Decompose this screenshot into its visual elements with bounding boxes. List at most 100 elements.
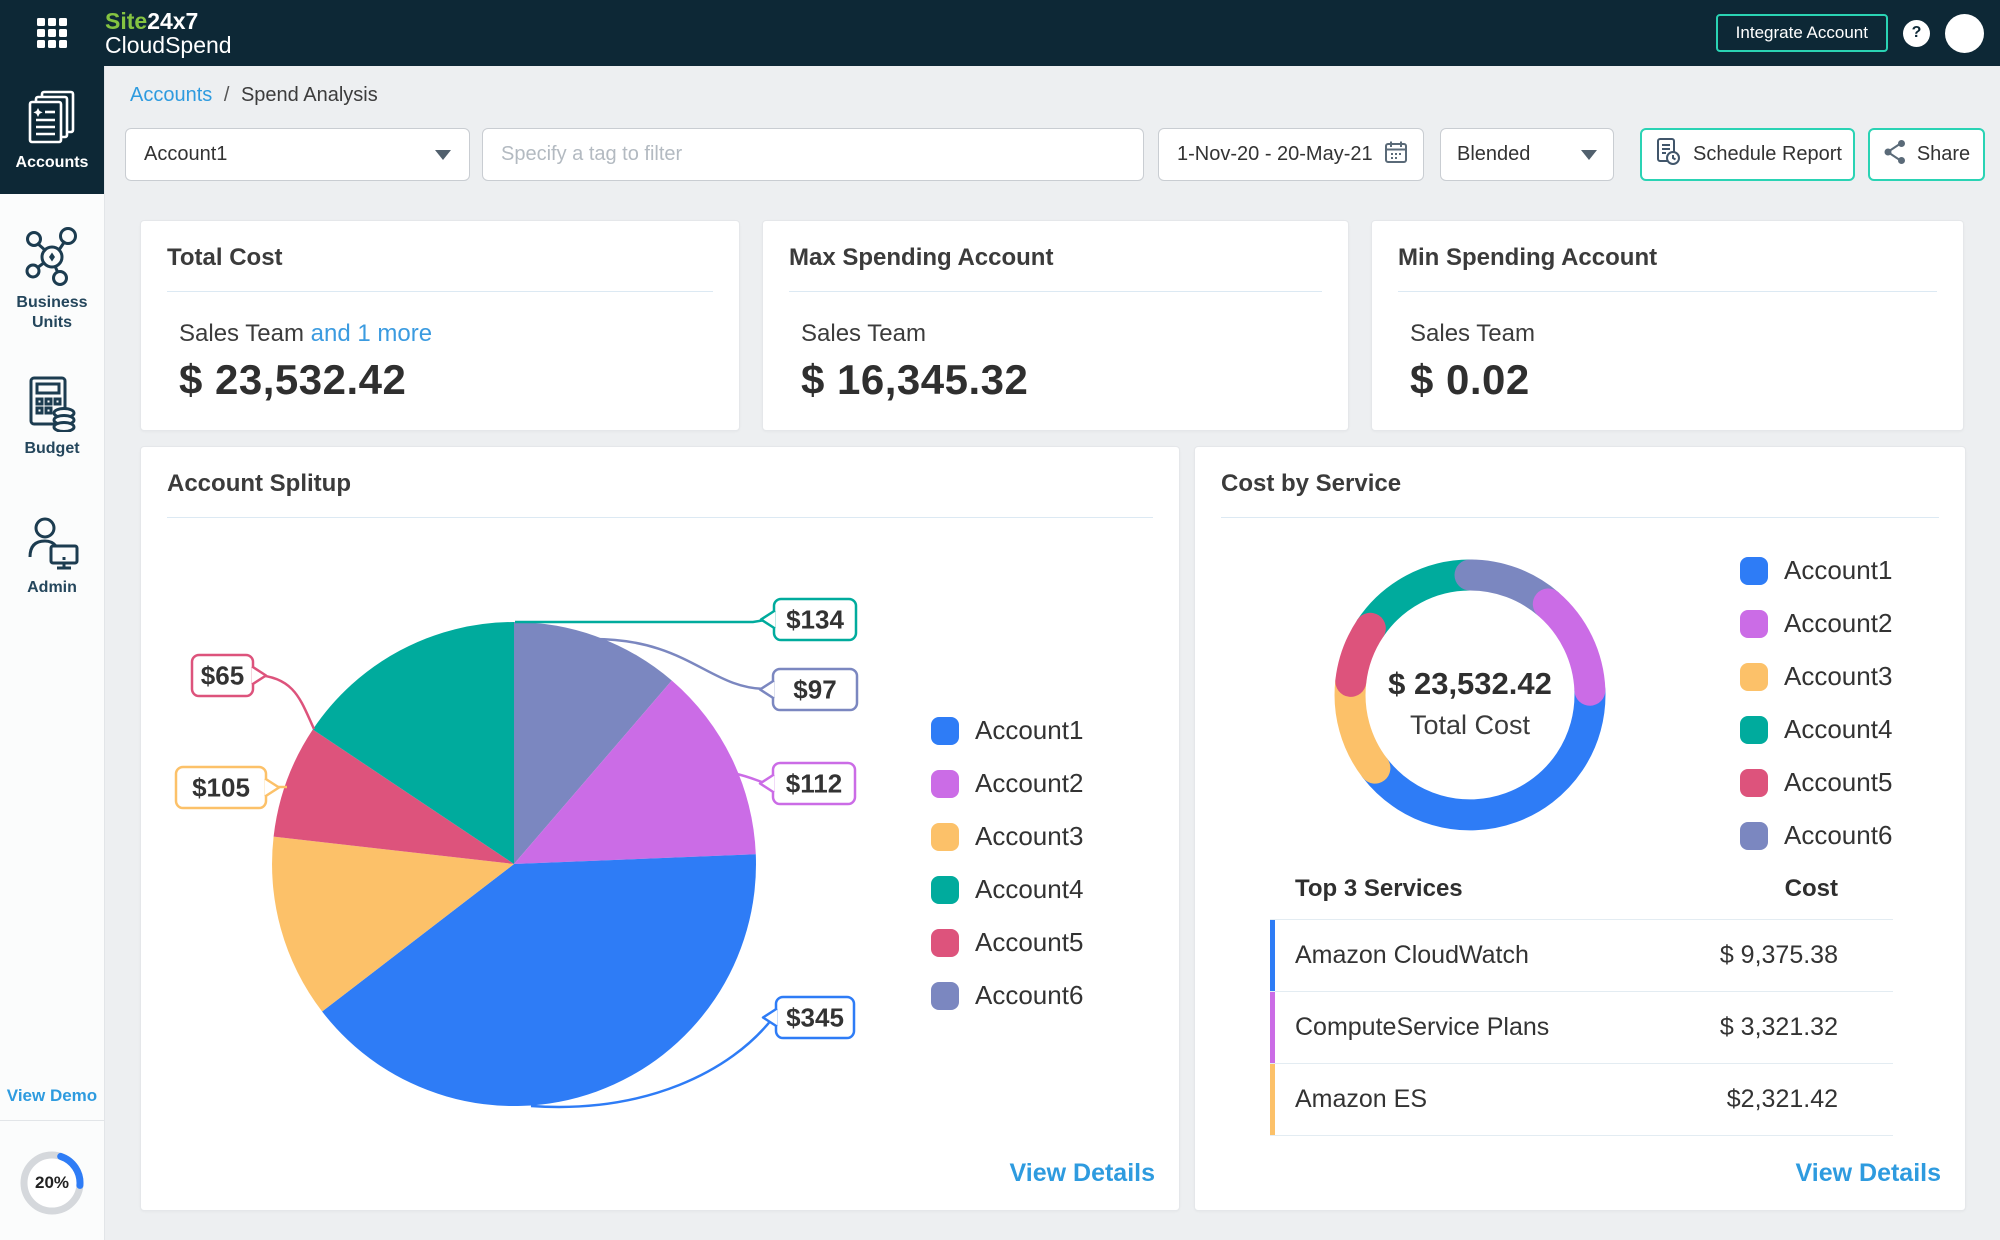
cost-by-service-card: Cost by Service $ 23,532.42 Total Cost A… — [1194, 446, 1966, 1211]
legend-swatch — [1740, 662, 1768, 691]
donut-arc-account4[interactable] — [1354, 559, 1486, 644]
legend-item-account3[interactable]: Account3 — [1740, 661, 1892, 692]
legend-label: Account4 — [975, 874, 1084, 904]
donut-arc-account5[interactable] — [1335, 612, 1386, 697]
pie-callout-line — [515, 617, 772, 624]
sidebar-item-budget[interactable]: Budget — [0, 370, 104, 462]
legend-item-account3[interactable]: Account3 — [931, 821, 1083, 852]
pie-legend: Account1 Account2 Account3 Account4 Account5… — [931, 715, 1083, 1011]
donut-arc-account2[interactable] — [1532, 588, 1606, 706]
sidebar-item-business-units[interactable]: Business Units — [0, 218, 104, 338]
app-grid-icon[interactable] — [37, 18, 67, 48]
stat-account-name: Sales Team — [801, 320, 926, 347]
costsvc-view-details-link[interactable]: View Details — [1796, 1159, 1941, 1188]
stat-account-name: Sales Team — [1410, 320, 1535, 347]
legend-label: Account4 — [1784, 714, 1893, 744]
legend-label: Account2 — [1784, 608, 1893, 638]
schedule-report-icon — [1653, 137, 1683, 173]
tag-filter-input[interactable] — [483, 143, 1143, 166]
service-cost: $ 3,321.32 — [1719, 1013, 1838, 1041]
account-splitup-card: Account Splitup $97 $112 $345 $105 $65 $134 A… — [140, 446, 1180, 1211]
card-title: Total Cost — [167, 244, 283, 271]
legend-label: Account2 — [975, 768, 1084, 798]
stat-more-link[interactable]: and 1 more — [311, 320, 432, 347]
filter-bar: Account1 1-Nov-20 - 20-May-21 — [125, 128, 1985, 181]
view-demo-link[interactable]: View Demo — [0, 1074, 104, 1120]
card-divider — [789, 291, 1322, 292]
business-units-icon — [21, 224, 83, 286]
stat-value: $ 23,532.42 — [179, 356, 407, 403]
avatar[interactable] — [1945, 13, 1984, 53]
legend-swatch — [1740, 556, 1768, 585]
breadcrumb-accounts-link[interactable]: Accounts — [130, 84, 212, 106]
service-row[interactable]: Amazon CloudWatch $ 9,375.38 — [1270, 919, 1893, 991]
date-range-picker[interactable]: 1-Nov-20 - 20-May-21 — [1158, 128, 1424, 181]
card-title: Account Splitup — [167, 470, 351, 497]
usage-progress-ring[interactable]: 20% — [20, 1151, 84, 1215]
schedule-report-label: Schedule Report — [1693, 143, 1842, 165]
breadcrumb-current: Spend Analysis — [240, 84, 378, 106]
card-divider — [1221, 517, 1939, 518]
card-title: Min Spending Account — [1398, 244, 1658, 271]
logo-site: Site — [105, 7, 148, 34]
progress-percent: 20% — [34, 1173, 70, 1192]
legend-label: Account6 — [975, 980, 1084, 1010]
legend-item-account6[interactable]: Account6 — [931, 980, 1083, 1011]
calendar-icon — [1383, 139, 1409, 171]
legend-swatch — [931, 769, 959, 798]
stat-account-name: Sales Team — [179, 320, 304, 347]
legend-item-account4[interactable]: Account4 — [931, 874, 1083, 905]
service-cost: $2,321.42 — [1726, 1085, 1838, 1113]
services-column-header: Top 3 Services — [1295, 875, 1463, 902]
service-name: Amazon CloudWatch — [1295, 941, 1529, 969]
legend-item-account4[interactable]: Account4 — [1740, 714, 1892, 745]
main-content: Accounts / Spend Analysis Account1 1-Nov… — [105, 66, 2000, 1240]
pie-callout-account3: $105 — [174, 765, 281, 810]
logo-cloudspend: CloudSpend — [105, 32, 232, 58]
brand-logo: Site24x7 CloudSpend — [105, 9, 232, 57]
sidebar-item-accounts[interactable]: Accounts — [0, 66, 104, 194]
service-color-bar — [1270, 1064, 1275, 1135]
help-icon[interactable]: ? — [1903, 19, 1930, 47]
cost-column-header: Cost — [1784, 875, 1838, 902]
budget-icon — [23, 374, 81, 432]
pie-callout-account4: $134 — [759, 597, 858, 642]
dropdown-arrow-icon — [435, 149, 451, 160]
account-splitup-pie-chart: $97 $112 $345 $105 $65 $134 — [174, 597, 859, 1109]
legend-item-account1[interactable]: Account1 — [931, 715, 1083, 746]
share-button[interactable]: Share — [1868, 128, 1985, 181]
splitup-view-details-link[interactable]: View Details — [1010, 1159, 1155, 1188]
dropdown-arrow-icon — [1581, 149, 1597, 160]
stat-value: $ 16,345.32 — [801, 356, 1029, 403]
service-row[interactable]: Amazon ES $2,321.42 — [1270, 1063, 1893, 1135]
cloudspend-app: Site24x7 CloudSpend Integrate Account ? — [0, 0, 2000, 1240]
sidebar-item-admin[interactable]: Admin — [0, 510, 104, 602]
legend-label: Account5 — [1784, 767, 1893, 797]
legend-item-account2[interactable]: Account2 — [931, 768, 1083, 799]
top-services-header: Top 3 Services Cost — [1270, 875, 1893, 919]
service-color-bar — [1270, 992, 1275, 1063]
total-cost-card: Total Cost Sales Team and 1 more $ 23,53… — [140, 220, 740, 431]
legend-item-account1[interactable]: Account1 — [1740, 555, 1892, 586]
schedule-report-button[interactable]: Schedule Report — [1640, 128, 1855, 181]
sidebar-divider — [0, 1120, 104, 1121]
stat-value: $ 0.02 — [1410, 356, 1530, 403]
sidebar-item-label: Business Units — [16, 293, 88, 331]
legend-item-account5[interactable]: Account5 — [931, 927, 1083, 958]
account-select-value: Account1 — [144, 143, 228, 165]
legend-item-account2[interactable]: Account2 — [1740, 608, 1892, 639]
legend-item-account6[interactable]: Account6 — [1740, 820, 1892, 851]
service-row[interactable]: ComputeService Plans $ 3,321.32 — [1270, 991, 1893, 1063]
donut-arc-account1[interactable] — [1359, 674, 1606, 831]
pie-callout-account5: $65 — [190, 653, 268, 698]
top-bar: Site24x7 CloudSpend Integrate Account ? — [0, 0, 2000, 66]
logo-24x7: 24x7 — [147, 7, 199, 34]
sidebar-item-label: Accounts — [15, 153, 89, 171]
pie-callout-account6: $97 — [758, 667, 859, 712]
stat-account-line: Sales Team and 1 more — [179, 320, 739, 348]
account-select[interactable]: Account1 — [125, 128, 470, 181]
cost-type-select[interactable]: Blended — [1440, 128, 1614, 181]
pie-callout-value: $134 — [786, 605, 844, 635]
integrate-account-button[interactable]: Integrate Account — [1715, 14, 1888, 52]
legend-item-account5[interactable]: Account5 — [1740, 767, 1892, 798]
